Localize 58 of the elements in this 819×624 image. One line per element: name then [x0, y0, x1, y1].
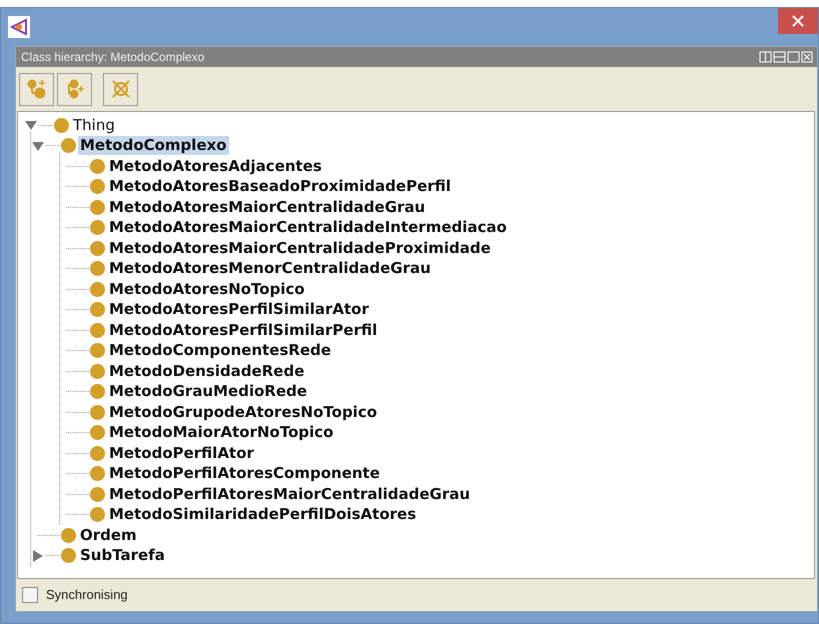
delete-class-icon	[110, 78, 132, 100]
class-icon	[54, 118, 69, 133]
class-tree-item[interactable]: Ordem	[78, 526, 139, 545]
class-tree-item[interactable]: MetodoPerfilAtoresMaiorCentralidadeGrau	[107, 484, 472, 504]
class-icon	[90, 179, 105, 194]
class-icon	[90, 240, 105, 256]
class-tree-item[interactable]: MetodoAtoresMenorCentralidadeGrau	[107, 259, 433, 278]
class-icon	[61, 528, 76, 543]
class-icon	[61, 138, 76, 154]
class-tree-item[interactable]: MetodoAtoresMaiorCentralidadeProximidade	[107, 238, 493, 258]
class-tree-item[interactable]: MetodoAtoresPerfilSimilarPerfil	[107, 320, 380, 340]
class-icon	[90, 425, 105, 440]
synchronising-checkbox[interactable]	[22, 587, 38, 603]
close-button[interactable]	[778, 8, 818, 34]
class-icon	[90, 200, 105, 215]
class-tree-item[interactable]: MetodoGrauMedioRede	[107, 382, 310, 402]
panel-controls-icon[interactable]	[759, 51, 813, 63]
app-logo-icon	[8, 16, 30, 38]
class-tree-item[interactable]: MetodoAtoresBaseadoProximidadePerfil	[107, 177, 453, 196]
panel-title: Class hierarchy: MetodoComplexo	[21, 49, 204, 66]
class-tree-item[interactable]: MetodoSimilaridadePerfilDoisAtores	[107, 505, 418, 524]
class-icon	[90, 446, 105, 461]
add-sibling-button[interactable]	[57, 72, 92, 106]
class-tree-item[interactable]: Thing	[71, 116, 117, 135]
class-tree-item[interactable]: MetodoAtoresPerfilSimilarAtor	[107, 300, 371, 320]
class-icon	[90, 384, 105, 400]
class-tree-item[interactable]: MetodoAtoresAdjacentes	[107, 156, 324, 176]
class-tree-item[interactable]: MetodoAtoresMaiorCentralidadeIntermediacao	[107, 218, 509, 238]
class-icon	[90, 364, 105, 379]
add-subclass-icon	[26, 78, 48, 100]
class-icon	[90, 404, 105, 420]
class-icon	[90, 343, 105, 358]
class-tree-item[interactable]: SubTarefa	[78, 546, 167, 566]
close-icon	[792, 15, 804, 27]
class-tree-item[interactable]: MetodoPerfilAtoresComponente	[107, 464, 382, 484]
class-icon	[90, 486, 105, 502]
class-icon	[90, 466, 105, 482]
delete-class-button[interactable]	[103, 72, 138, 106]
class-icon	[90, 220, 105, 236]
class-icon	[90, 261, 105, 276]
class-tree-item[interactable]: MetodoMaiorAtorNoTopico	[107, 423, 336, 442]
class-tree-item[interactable]: MetodoGrupodeAtoresNoTopico	[107, 402, 380, 422]
class-icon	[61, 548, 76, 564]
class-icon	[90, 302, 105, 318]
class-tree-item[interactable]: MetodoComplexo	[78, 136, 229, 156]
class-icon	[90, 282, 105, 297]
collapsed-triangle-icon[interactable]	[31, 548, 45, 563]
class-icon	[90, 322, 105, 338]
add-subclass-button[interactable]	[19, 72, 54, 106]
expanded-triangle-icon[interactable]	[24, 118, 38, 132]
class-icon	[90, 158, 105, 174]
class-tree-item[interactable]: MetodoAtoresMaiorCentralidadeGrau	[107, 198, 428, 217]
class-tree-item[interactable]: MetodoDensidadeRede	[107, 362, 306, 381]
synchronising-label: Synchronising	[46, 586, 128, 604]
class-tree-item[interactable]: MetodoPerfilAtor	[107, 444, 256, 463]
class-icon	[90, 507, 105, 522]
class-tree-item[interactable]: MetodoAtoresNoTopico	[107, 280, 307, 299]
class-tree-item[interactable]: MetodoComponentesRede	[107, 341, 334, 360]
